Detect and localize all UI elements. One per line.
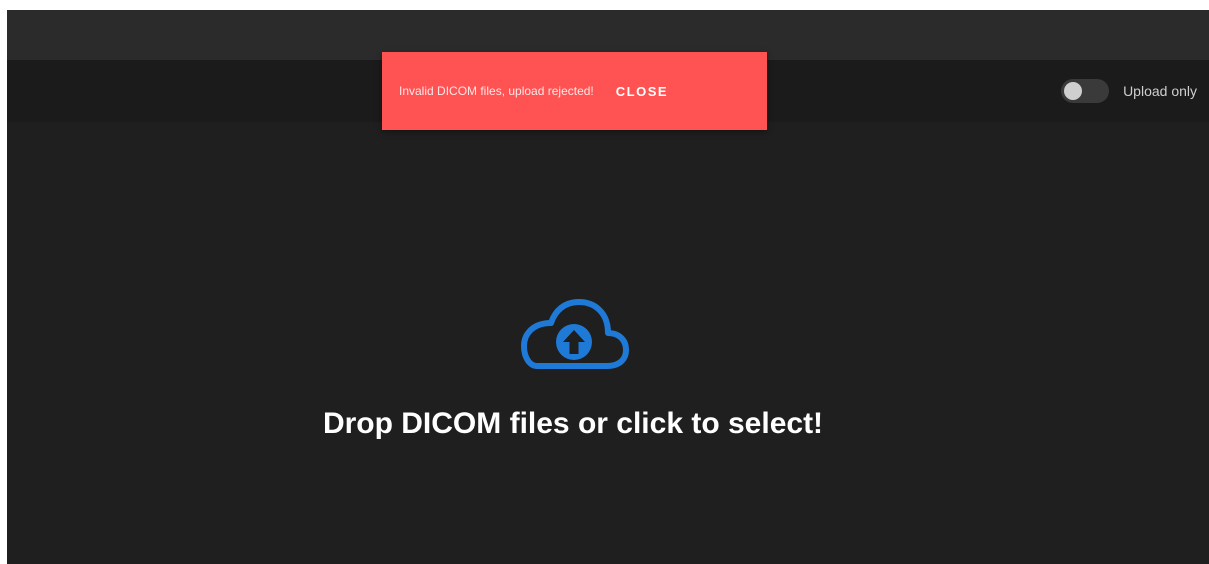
close-button[interactable]: CLOSE bbox=[616, 84, 668, 99]
cloud-upload-icon bbox=[521, 299, 629, 369]
error-notification: Invalid DICOM files, upload rejected! CL… bbox=[382, 52, 767, 130]
upload-only-control[interactable]: Upload only bbox=[1061, 60, 1197, 122]
upload-only-toggle[interactable] bbox=[1061, 79, 1110, 103]
dropzone-prompt: Drop DICOM files or click to select! bbox=[322, 407, 824, 440]
notification-message: Invalid DICOM files, upload rejected! bbox=[399, 84, 594, 98]
dicom-dropzone[interactable]: Drop DICOM files or click to select! bbox=[7, 122, 1209, 564]
toggle-knob bbox=[1064, 82, 1083, 100]
app-window: Upload only Drop DICOM files or click to… bbox=[7, 10, 1209, 564]
upload-only-label: Upload only bbox=[1123, 83, 1197, 99]
